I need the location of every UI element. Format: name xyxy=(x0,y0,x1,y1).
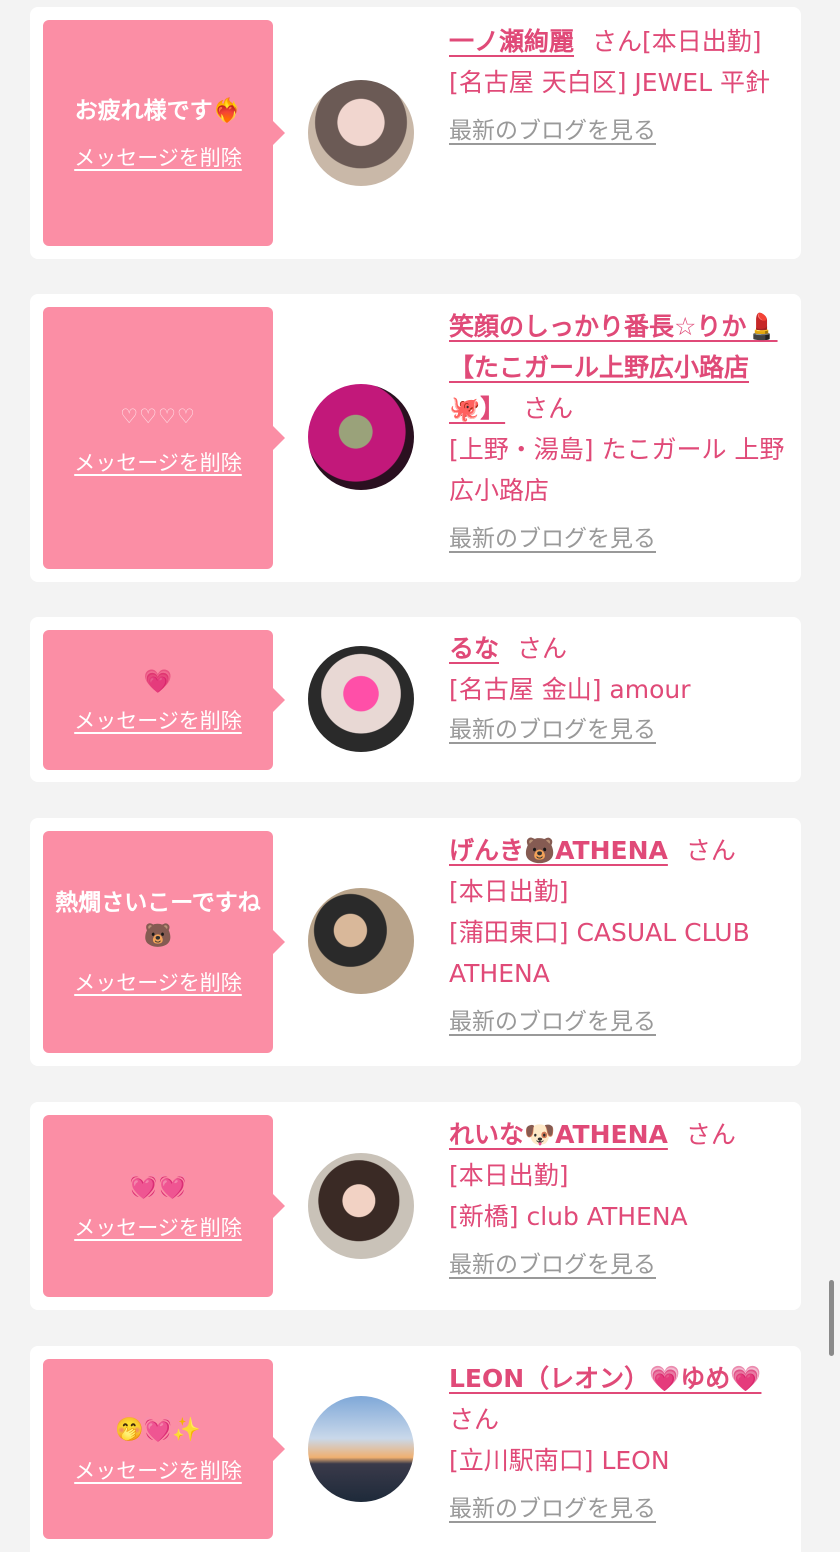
list-item: ♡♡♡♡ メッセージを削除 笑顔のしっかり番長☆りか💄【たこガール上野広小路店🐙… xyxy=(30,294,801,582)
delete-message-link[interactable]: メッセージを削除 xyxy=(74,447,242,477)
honorific: さん xyxy=(449,1405,500,1434)
cast-name-link[interactable]: 笑顔のしっかり番長☆りか💄【たこガール上野広小路店🐙】 xyxy=(449,312,778,423)
blog-link[interactable]: 最新のブログを見る xyxy=(449,115,656,147)
message-text: 🤭💓✨ xyxy=(115,1416,201,1443)
status-text: [本日出勤] xyxy=(642,27,762,56)
honorific: さん xyxy=(685,1120,736,1149)
message-text: 熱燗さいこーですね🐻 xyxy=(55,890,261,949)
honorific: さん xyxy=(685,836,736,865)
status-text: [本日出勤] xyxy=(449,877,569,906)
cast-name-link[interactable]: れいな🐶ATHENA xyxy=(449,1120,668,1149)
list-item: 💓💓 メッセージを削除 れいな🐶ATHENA さん [本日出勤] [新橋] clu… xyxy=(30,1102,801,1310)
blog-link[interactable]: 最新のブログを見る xyxy=(449,1493,656,1525)
message-text: 💓💓 xyxy=(129,1173,187,1200)
cast-info: 一ノ瀬絢麗 さん[本日出勤] [名古屋 天白区] JEWEL 平針 最新のブログを… xyxy=(449,21,789,147)
cast-name-link[interactable]: LEON（レオン）💗ゆめ💗 xyxy=(449,1364,761,1393)
list-item: 熱燗さいこーですね🐻 メッセージを削除 げんき🐻ATHENA さん [本日出勤] … xyxy=(30,818,801,1066)
delete-message-link[interactable]: メッセージを削除 xyxy=(74,705,242,735)
blog-link[interactable]: 最新のブログを見る xyxy=(449,523,656,555)
shop-text: [上野・湯島] たこガール 上野広小路店 xyxy=(449,435,785,505)
shop-text: [新橋] club ATHENA xyxy=(449,1202,688,1231)
honorific: さん xyxy=(517,634,568,663)
shop-text: [蒲田東口] CASUAL CLUB ATHENA xyxy=(449,918,750,988)
honorific: さん xyxy=(523,394,574,423)
message-text: お疲れ様です❤️‍🔥 xyxy=(74,97,242,124)
status-text: [本日出勤] xyxy=(449,1161,569,1190)
message-bubble: お疲れ様です❤️‍🔥 メッセージを削除 xyxy=(43,20,285,246)
delete-message-link[interactable]: メッセージを削除 xyxy=(74,1212,242,1242)
cast-info: 笑顔のしっかり番長☆りか💄【たこガール上野広小路店🐙】 さん [上野・湯島] たこ… xyxy=(449,306,789,555)
list-item: お疲れ様です❤️‍🔥 メッセージを削除 一ノ瀬絢麗 さん[本日出勤] [名古屋 天… xyxy=(30,7,801,259)
cast-name-link[interactable]: 一ノ瀬絢麗 xyxy=(449,27,574,56)
shop-text: [名古屋 金山] amour xyxy=(449,675,691,704)
list-item: 💗 メッセージを削除 るな さん [名古屋 金山] amour 最新のブログを見る xyxy=(30,617,801,782)
avatar[interactable] xyxy=(308,1396,414,1502)
blog-link[interactable]: 最新のブログを見る xyxy=(449,1249,656,1281)
shop-text: [名古屋 天白区] JEWEL 平針 xyxy=(449,68,770,97)
message-text: 💗 xyxy=(143,668,173,695)
blog-link[interactable]: 最新のブログを見る xyxy=(449,1006,656,1038)
cast-info: げんき🐻ATHENA さん [本日出勤] [蒲田東口] CASUAL CLUB A… xyxy=(449,830,789,1038)
cast-name-link[interactable]: るな xyxy=(449,634,499,663)
message-bubble: 💗 メッセージを削除 xyxy=(43,630,285,770)
avatar[interactable] xyxy=(308,888,414,994)
delete-message-link[interactable]: メッセージを削除 xyxy=(74,142,242,172)
cast-info: LEON（レオン）💗ゆめ💗 さん [立川駅南口] LEON 最新のブログを見る xyxy=(449,1358,789,1525)
avatar[interactable] xyxy=(308,1153,414,1259)
avatar[interactable] xyxy=(308,646,414,752)
list-item: 🤭💓✨ メッセージを削除 LEON（レオン）💗ゆめ💗 さん [立川駅南口] LEO… xyxy=(30,1346,801,1552)
avatar[interactable] xyxy=(308,80,414,186)
honorific: さん xyxy=(592,27,643,56)
message-bubble: ♡♡♡♡ メッセージを削除 xyxy=(43,307,285,569)
cast-info: れいな🐶ATHENA さん [本日出勤] [新橋] club ATHENA 最新の… xyxy=(449,1114,789,1281)
blog-link[interactable]: 最新のブログを見る xyxy=(449,714,656,746)
avatar[interactable] xyxy=(308,384,414,490)
shop-text: [立川駅南口] LEON xyxy=(449,1446,670,1475)
message-bubble: 🤭💓✨ メッセージを削除 xyxy=(43,1359,285,1539)
delete-message-link[interactable]: メッセージを削除 xyxy=(74,1455,242,1485)
message-bubble: 💓💓 メッセージを削除 xyxy=(43,1115,285,1297)
scrollbar[interactable] xyxy=(829,1280,834,1356)
delete-message-link[interactable]: メッセージを削除 xyxy=(74,967,242,997)
message-bubble: 熱燗さいこーですね🐻 メッセージを削除 xyxy=(43,831,285,1053)
message-text: ♡♡♡♡ xyxy=(120,403,196,428)
cast-name-link[interactable]: げんき🐻ATHENA xyxy=(449,836,668,865)
cast-info: るな さん [名古屋 金山] amour 最新のブログを見る xyxy=(449,628,789,746)
